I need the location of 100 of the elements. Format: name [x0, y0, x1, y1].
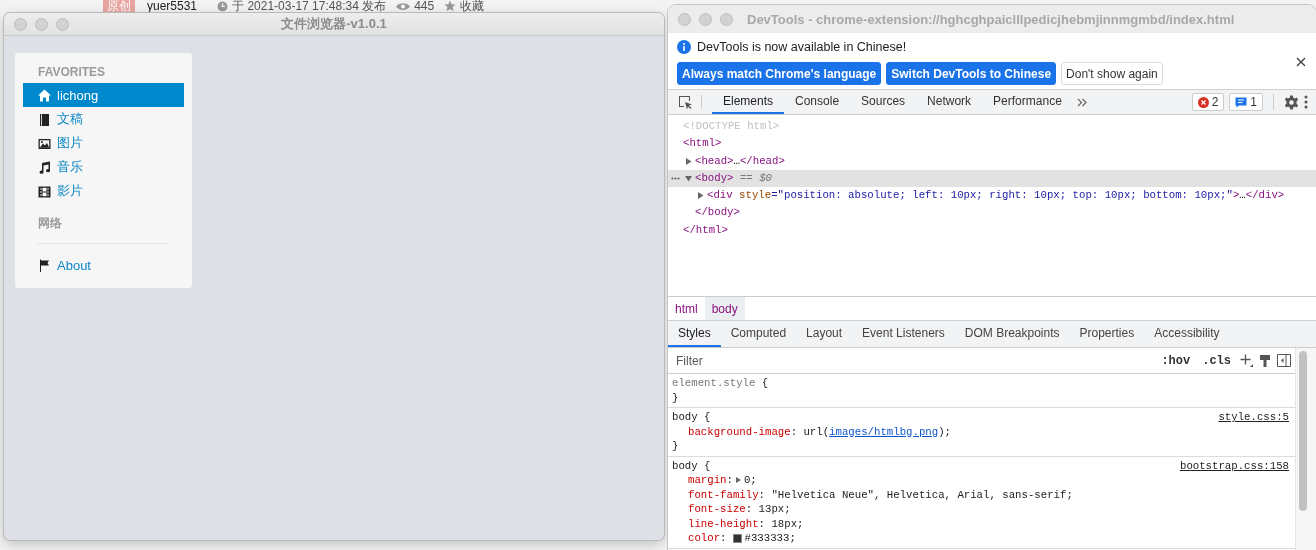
expand-arrow-icon[interactable]: [697, 192, 704, 200]
panel-tab[interactable]: Elements: [712, 90, 785, 114]
css-value: :: [726, 473, 733, 488]
css-value: );: [938, 424, 951, 439]
toggle-button[interactable]: :hov: [1158, 353, 1194, 368]
sidebar-item-label: About: [57, 257, 91, 273]
sidebar-tab[interactable]: Layout: [796, 321, 853, 347]
panel-tab[interactable]: Performance: [982, 90, 1073, 114]
ellipsis-icon[interactable]: [671, 176, 680, 180]
css-selector: body: [672, 410, 698, 425]
sidebar-tab[interactable]: DOM Breakpoints: [954, 321, 1070, 347]
sidebar-item[interactable]: 音乐: [23, 155, 184, 179]
selected-node-row[interactable]: <body> == $0: [668, 169, 1316, 188]
clock-icon: [217, 0, 229, 12]
sidebar-tab[interactable]: Computed: [720, 321, 797, 347]
toggle-button[interactable]: .cls: [1199, 353, 1234, 368]
expand-arrow-icon[interactable]: [685, 157, 692, 165]
sidebar-item-label: 文稿: [57, 110, 83, 128]
publish-time: 于 2021-03-17 17:48:34 发布: [232, 0, 387, 12]
css-value: : url(: [790, 424, 830, 439]
sidebar-item[interactable]: 图片: [23, 131, 184, 155]
sidebar-item[interactable]: 影片: [23, 179, 184, 203]
flag-icon: [38, 258, 51, 272]
window-title: 文件浏览器-v1.0.1: [281, 15, 387, 33]
breadcrumb[interactable]: html: [668, 297, 705, 320]
inspect-cursor-icon[interactable]: [678, 94, 693, 110]
close-icon[interactable]: [1296, 56, 1306, 67]
css-value: : "Helvetica Neue", Helvetica, Arial, sans-serif;: [758, 487, 1073, 502]
message-icon: [1235, 96, 1248, 108]
dom-node-text: <body> == $0: [695, 170, 772, 186]
panel-tab[interactable]: Sources: [850, 90, 917, 114]
panel-tab[interactable]: Network: [916, 90, 983, 114]
info-icon: [677, 40, 691, 54]
css-selector: body: [672, 458, 698, 473]
eye-icon: [396, 1, 411, 11]
brace: {: [703, 410, 711, 425]
more-options-icon[interactable]: [1304, 95, 1308, 109]
dom-node-text: <div style="position: absolute; left: 10px; right: 10px; top: 10px; bottom: 10px;">…</div>: [707, 188, 1285, 204]
book-icon: [38, 112, 51, 126]
sidebar-item-label: lichong: [57, 87, 99, 103]
collapse-arrow-icon[interactable]: [685, 174, 692, 182]
source-link[interactable]: bootstrap.css:158: [1179, 458, 1289, 473]
sidebar-tab[interactable]: Properties: [1069, 321, 1145, 347]
sidebar-item[interactable]: About: [23, 253, 184, 277]
sidebar-tab[interactable]: Styles: [668, 321, 721, 347]
brace: {: [703, 458, 711, 473]
css-value: : 13px;: [745, 502, 791, 517]
dom-node-text: <head>…</head>: [695, 153, 785, 169]
settings-icon[interactable]: [1284, 94, 1299, 110]
sidebar-item-label: 影片: [57, 182, 83, 200]
more-tabs-icon[interactable]: [1076, 97, 1087, 107]
css-selector: element.style: [672, 376, 756, 391]
film-icon: [38, 184, 51, 198]
infobar-button[interactable]: Switch DevTools to Chinese: [886, 62, 1057, 85]
infobar-button[interactable]: Don't show again: [1061, 62, 1163, 85]
sidebar-toggle-icon[interactable]: [1277, 354, 1291, 367]
error-count-button[interactable]: 2: [1191, 93, 1225, 111]
source-link[interactable]: style.css:5: [1218, 410, 1289, 425]
infobar-button[interactable]: Always match Chrome's language: [677, 62, 882, 85]
view-count: 445: [414, 0, 435, 12]
error-icon: [1197, 96, 1209, 108]
author-name[interactable]: yuer5531: [147, 0, 198, 12]
sidebar-item-label: 音乐: [57, 158, 83, 176]
css-value: 0;: [743, 473, 757, 488]
dom-node-text: </body>: [695, 205, 740, 221]
sidebar-item[interactable]: lichong: [23, 83, 184, 107]
dom-node-text: </html>: [683, 222, 728, 238]
brace: }: [672, 390, 680, 405]
section-heading: 网络: [37, 216, 63, 230]
dom-node-text: <html>: [683, 136, 722, 152]
original-tag: 原创: [103, 0, 135, 12]
sidebar-tab[interactable]: Event Listeners: [852, 321, 955, 347]
color-swatch[interactable]: [732, 533, 742, 543]
panel-tab[interactable]: Console: [784, 90, 851, 114]
section-heading: FAVORITES: [37, 65, 107, 79]
favorite-label[interactable]: 收藏: [460, 0, 485, 12]
css-value: : 18px;: [758, 516, 804, 531]
home-icon: [38, 88, 51, 102]
dom-node-text: <!DOCTYPE html>: [683, 119, 780, 134]
message-count-button[interactable]: 1: [1229, 93, 1263, 111]
css-value: :: [720, 531, 727, 546]
breadcrumb[interactable]: body: [704, 297, 745, 320]
css-property: font-size: [688, 502, 746, 517]
expand-arrow-icon[interactable]: [735, 477, 741, 484]
css-property: margin: [688, 473, 727, 488]
css-property: color: [688, 531, 721, 546]
scrollbar-thumb[interactable]: [1299, 351, 1307, 511]
image-icon: [38, 136, 51, 150]
css-property: line-height: [688, 516, 759, 531]
brace: }: [672, 439, 680, 454]
css-property: background-image: [688, 424, 791, 439]
music-note-icon: [38, 160, 51, 174]
sidebar-tab[interactable]: Accessibility: [1144, 321, 1230, 347]
paint-roller-icon[interactable]: [1259, 353, 1271, 368]
css-property: font-family: [688, 487, 759, 502]
plus-icon[interactable]: [1240, 354, 1253, 367]
sidebar-item[interactable]: 文稿: [23, 107, 184, 131]
sidebar-item-label: 图片: [57, 134, 83, 152]
star-icon[interactable]: [444, 0, 457, 12]
url-link[interactable]: images/htmlbg.png: [829, 424, 939, 439]
